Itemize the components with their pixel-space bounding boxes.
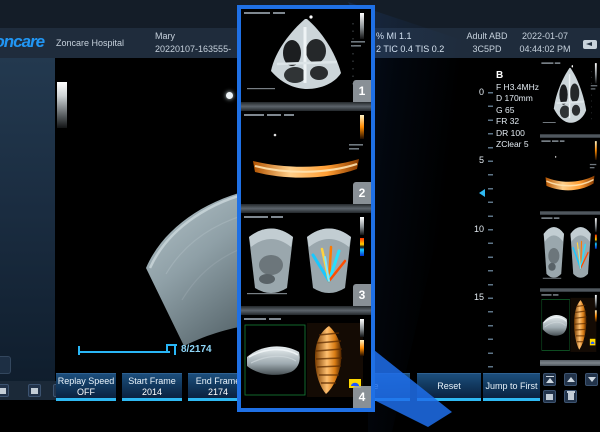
strip-thumb-cardiac[interactable]: [540, 60, 600, 133]
depth-ruler-ticks: [488, 92, 493, 394]
replay-speed-button[interactable]: Replay Speed OFF: [56, 373, 116, 398]
thumb-number-badge: 3: [353, 284, 371, 306]
clipped-tool-icon[interactable]: [0, 384, 9, 397]
thumb-number-badge: 4: [353, 386, 371, 408]
thumbnail-strip: [540, 60, 600, 372]
depth-label-5: 5: [468, 155, 484, 165]
reset-button[interactable]: Reset: [417, 373, 481, 398]
patient-id: 20220107-163555-: [155, 44, 231, 54]
print-icon[interactable]: [543, 390, 556, 403]
trash-icon[interactable]: [564, 390, 577, 403]
page-down-icon[interactable]: [585, 373, 598, 386]
zoncare-logo: Zoncare: [0, 32, 44, 52]
depth-label-0: 0: [468, 87, 484, 97]
focus-position-icon: [479, 189, 485, 197]
mi-readout: % MI 1.1: [376, 31, 412, 41]
panel-separator: [241, 102, 371, 111]
thumb-cardiac[interactable]: 1: [241, 9, 371, 102]
mi-prefix-fragment: %: [376, 31, 384, 41]
left-sidebar: [0, 58, 55, 400]
bmode-title: B: [496, 70, 539, 82]
bmode-depth: D 170mm: [496, 93, 539, 105]
strip-scroll-bar[interactable]: [540, 360, 600, 366]
cardiac-ultrasound-image: [241, 9, 371, 102]
linear-ultrasound-image: [241, 111, 371, 204]
thumb-3d[interactable]: 4: [241, 315, 371, 408]
bmode-framerate: FR 32: [496, 116, 539, 128]
strip-thumb-linear[interactable]: [540, 138, 600, 211]
grayscale-reference-bar: [57, 82, 67, 128]
bmode-gain: G 65: [496, 105, 539, 117]
thumb-number-badge: 2: [353, 182, 371, 204]
clipped-edge-button[interactable]: [0, 356, 11, 374]
usb-status-icon: [583, 40, 597, 49]
bmode-zclear: ZClear 5: [496, 139, 539, 151]
jump-to-first-button[interactable]: Jump to First: [483, 373, 540, 398]
depth-label-10: 10: [468, 224, 484, 234]
start-frame-button[interactable]: Start Frame 2014: [122, 373, 182, 398]
strip-thumb-3d[interactable]: [540, 292, 600, 360]
doppler-ultrasound-image: [241, 213, 371, 306]
thumb-number-badge: 1: [353, 80, 371, 102]
panel-separator: [241, 204, 371, 213]
exam-preset: Adult ABD: [462, 31, 512, 41]
bmode-dynamic-range: DR 100: [496, 128, 539, 140]
bmode-parameter-block: B F H3.4MHz D 170mm G 65 FR 32 DR 100 ZC…: [496, 70, 539, 151]
system-date: 2022-01-07: [520, 31, 570, 41]
cine-frame-counter: 8/2174: [181, 344, 212, 355]
cine-end-tick: [174, 346, 176, 355]
ti-prefix-fragment: 2: [376, 44, 381, 54]
ultrasound-review-screen: Zoncare Zoncare Hospital Mary 20220107-1…: [0, 0, 600, 432]
thermal-index-readout: 2 TIC 0.4 TIS 0.2: [376, 44, 444, 54]
system-time: 04:44:02 PM: [518, 44, 572, 54]
thumb-doppler[interactable]: 3: [241, 213, 371, 306]
3d-ultrasound-image: [241, 315, 371, 408]
page-up-icon[interactable]: [564, 373, 577, 386]
copy-image-icon[interactable]: [28, 384, 41, 397]
thumb-linear[interactable]: 2: [241, 111, 371, 204]
probe-name: 3C5PD: [462, 44, 512, 54]
pointer-dot: [226, 92, 233, 99]
bmode-frequency: F H3.4MHz: [496, 82, 539, 94]
patient-name: Mary: [155, 31, 175, 41]
strip-thumb-doppler[interactable]: [540, 215, 600, 288]
panel-separator: [241, 306, 371, 315]
jump-to-top-icon[interactable]: [543, 373, 556, 386]
depth-label-15: 15: [468, 292, 484, 302]
hospital-name: Zoncare Hospital: [56, 38, 124, 48]
cine-progress-bar[interactable]: [78, 351, 170, 353]
thumbnail-zoom-panel: 1 2 3 4: [237, 5, 375, 412]
